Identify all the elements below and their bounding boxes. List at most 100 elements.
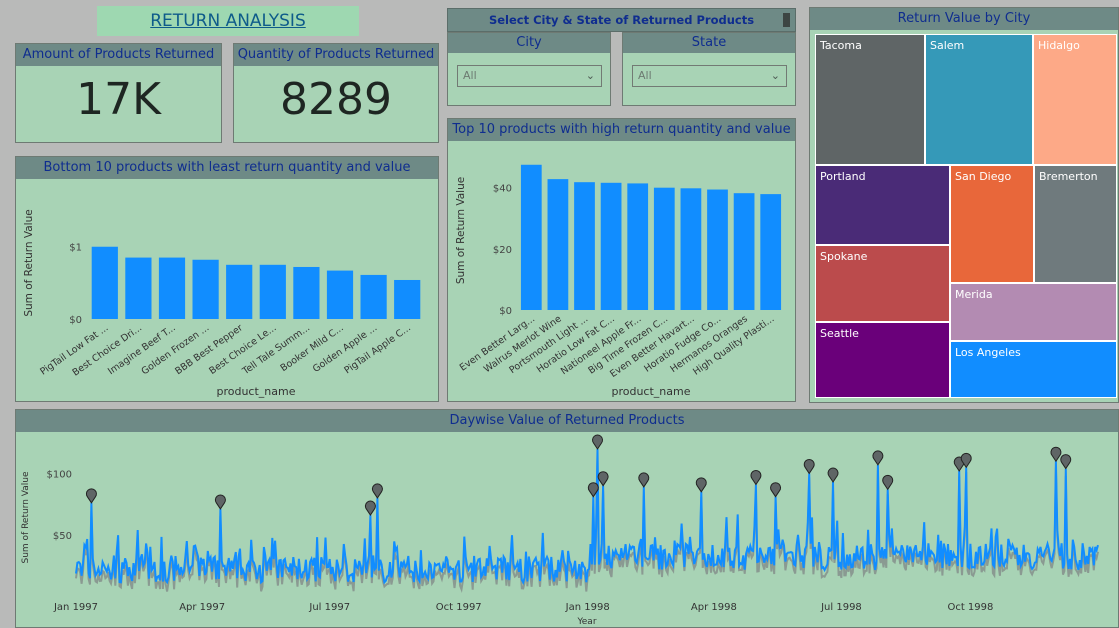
anomaly-marker xyxy=(85,488,97,504)
anomaly-marker xyxy=(638,472,650,488)
bar xyxy=(360,274,387,319)
kpi-quantity-label: Quantity of Products Returned xyxy=(234,44,438,66)
slicer-title-text: Select City & State of Returned Products xyxy=(488,13,755,27)
treemap-cell-label: Portland xyxy=(820,170,866,183)
bar xyxy=(226,264,253,319)
anomaly-marker xyxy=(371,483,383,499)
slicer-handle-icon[interactable] xyxy=(783,13,790,27)
top10-chart-title: Top 10 products with high return quantit… xyxy=(448,119,795,141)
bar xyxy=(158,257,186,319)
chevron-down-icon: ⌄ xyxy=(585,69,595,82)
treemap-cell-label: Tacoma xyxy=(820,39,862,52)
anomaly-marker xyxy=(592,434,603,450)
top10-chart-panel[interactable]: Top 10 products with high return quantit… xyxy=(447,118,796,402)
bar xyxy=(259,264,286,319)
x-axis-title: Year xyxy=(576,617,596,627)
x-tick-label: Jan 1998 xyxy=(565,602,610,613)
anomaly-marker xyxy=(750,469,762,486)
daywise-chart-panel[interactable]: Daywise Value of Returned Products $50 $1… xyxy=(15,409,1119,628)
treemap-cell[interactable]: San Diego xyxy=(950,165,1034,283)
x-tick-label: Oct 1998 xyxy=(947,602,993,613)
city-dropdown[interactable]: All ⌄ xyxy=(457,65,602,87)
x-axis-title: product_name xyxy=(216,385,295,398)
x-tick-label: Apr 1998 xyxy=(691,602,737,613)
anomaly-marker xyxy=(695,477,707,493)
daywise-chart-title: Daywise Value of Returned Products xyxy=(16,410,1118,432)
y-tick-label: $100 xyxy=(47,470,72,481)
anomaly-marker xyxy=(872,450,884,466)
anomaly-marker xyxy=(1060,454,1072,470)
treemap-cell-label: Los Angeles xyxy=(955,346,1021,359)
city-dropdown-value: All xyxy=(463,69,477,82)
dashboard-title: RETURN ANALYSIS xyxy=(97,6,359,36)
treemap-cell[interactable]: Spokane xyxy=(815,245,950,322)
anomaly-marker xyxy=(882,474,894,491)
kpi-quantity-value: 8289 xyxy=(280,74,392,125)
state-dropdown-value: All xyxy=(638,69,652,82)
state-dropdown[interactable]: All ⌄ xyxy=(632,65,787,87)
bar xyxy=(293,266,320,319)
treemap-cell[interactable]: Merida xyxy=(950,283,1117,341)
treemap-cell[interactable]: Bremerton xyxy=(1034,165,1117,283)
treemap-cell[interactable]: Salem xyxy=(925,34,1033,165)
bar xyxy=(91,246,118,319)
treemap-cell-label: Hidalgo xyxy=(1038,39,1080,52)
bar xyxy=(600,182,622,310)
kpi-amount-label: Amount of Products Returned xyxy=(16,44,221,66)
bar xyxy=(192,259,219,319)
x-tick-label: Apr 1997 xyxy=(179,602,225,613)
treemap-cell-label: Bremerton xyxy=(1039,170,1098,183)
treemap-cell-label: Spokane xyxy=(820,250,868,263)
bar xyxy=(394,279,421,319)
treemap-cell[interactable]: Tacoma xyxy=(815,34,925,165)
city-treemap[interactable]: Tacoma Salem Hidalgo Portland San Diego Breme… xyxy=(815,34,1117,398)
top10-chart[interactable]: $0$20$40Even Better Larg...Walrus Merlot… xyxy=(448,141,795,401)
treemap-cell[interactable]: Seattle xyxy=(815,322,950,398)
treemap-cell-label: San Diego xyxy=(955,170,1012,183)
treemap-cell-label: Seattle xyxy=(820,327,859,340)
bar xyxy=(547,179,569,310)
series-line xyxy=(75,448,1099,585)
x-tick-label: Jan 1997 xyxy=(53,602,98,613)
anomaly-marker xyxy=(827,467,839,483)
bar xyxy=(707,189,728,310)
bar xyxy=(653,187,675,310)
kpi-card-quantity[interactable]: Quantity of Products Returned 8289 xyxy=(233,43,439,143)
x-axis-title: product_name xyxy=(611,385,690,398)
y-axis-title: Sum of Return Value xyxy=(21,471,31,563)
x-tick-label: Jul 1998 xyxy=(820,602,862,613)
y-tick-label: $1 xyxy=(69,243,82,254)
treemap-cell[interactable]: Hidalgo xyxy=(1033,34,1117,165)
bar xyxy=(680,188,702,310)
y-tick-label: $0 xyxy=(499,306,512,317)
anomaly-marker xyxy=(770,482,782,498)
city-treemap-title: Return Value by City xyxy=(810,8,1118,30)
bottom10-chart-title: Bottom 10 products with least return qua… xyxy=(16,157,438,179)
bottom10-chart-panel[interactable]: Bottom 10 products with least return qua… xyxy=(15,156,439,402)
y-tick-label: $50 xyxy=(53,531,72,542)
chevron-down-icon: ⌄ xyxy=(770,69,780,82)
state-slicer-label: State xyxy=(623,33,795,53)
slicer-title: Select City & State of Returned Products xyxy=(447,8,796,32)
anomaly-marker xyxy=(364,500,376,516)
daywise-chart[interactable]: $50 $100 Sum of Return Value Year Jan 1997 Ap… xyxy=(16,432,1118,627)
treemap-cell[interactable]: Los Angeles xyxy=(950,341,1117,398)
treemap-cell[interactable]: Portland xyxy=(815,165,950,245)
bar xyxy=(125,257,152,319)
anomaly-marker xyxy=(597,471,609,487)
anomaly-marker xyxy=(1050,446,1062,463)
bar xyxy=(574,182,595,310)
state-slicer: State All ⌄ xyxy=(622,32,796,106)
treemap-cell-label: Salem xyxy=(930,39,965,52)
bar xyxy=(326,270,354,319)
y-axis-title: Sum of Return Value xyxy=(23,209,35,316)
anomaly-marker xyxy=(803,458,815,475)
bar xyxy=(760,194,782,310)
kpi-card-amount[interactable]: Amount of Products Returned 17K xyxy=(15,43,222,143)
city-treemap-panel[interactable]: Return Value by City Tacoma Salem Hidalgo P… xyxy=(809,7,1119,403)
treemap-cell-label: Merida xyxy=(955,288,993,301)
city-slicer-label: City xyxy=(448,33,610,53)
bottom10-chart[interactable]: $0$1PigTail Low Fat ...Best Choice Dri..… xyxy=(16,179,438,401)
city-slicer: City All ⌄ xyxy=(447,32,611,106)
y-tick-label: $20 xyxy=(493,245,512,256)
